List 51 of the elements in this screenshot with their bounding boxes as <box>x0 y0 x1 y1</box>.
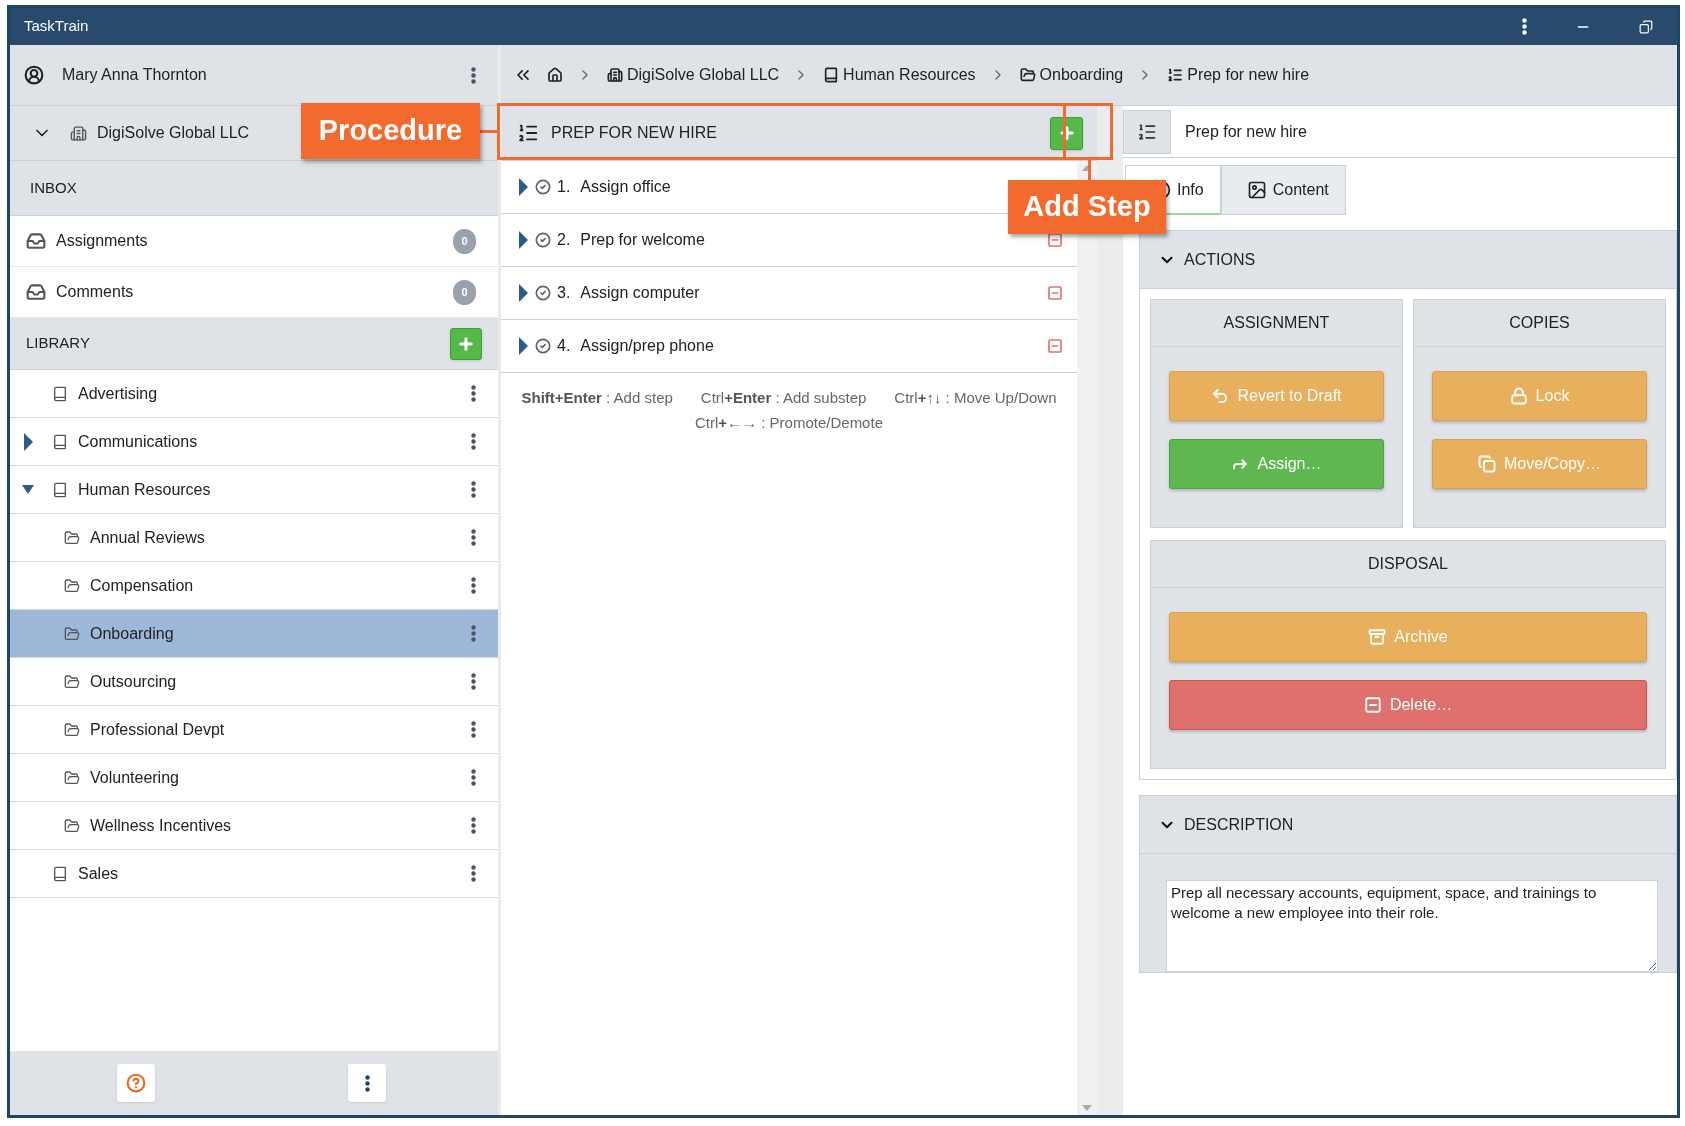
breadcrumb-link[interactable]: Onboarding <box>1019 63 1124 87</box>
item-label: Communications <box>78 431 198 452</box>
breadcrumb-link[interactable]: DigiSolve Global LLC <box>607 63 780 87</box>
shortcut-hint: Shift+Enter : Add step <box>521 388 673 408</box>
annotation-tooltip: Procedure <box>301 103 480 159</box>
section-header[interactable]: ACTIONS <box>1140 231 1676 289</box>
tab[interactable]: Content <box>1220 165 1346 215</box>
step-title: Assign/prep phone <box>580 336 715 356</box>
shortcut-hint: Ctrl+↑↓ : Move Up/Down <box>894 388 1057 408</box>
item-label: Annual Reviews <box>90 527 205 548</box>
section-heading: INBOX <box>30 177 77 198</box>
organization-name: DigiSolve Global LLC <box>97 123 250 143</box>
shortcut-hint: Ctrl+←→ : Promote/Demote <box>695 412 883 433</box>
step-title: Prep for welcome <box>580 230 706 250</box>
item-label: Assignments <box>56 231 149 251</box>
step-title: Assign office <box>580 177 672 197</box>
group-title: DISPOSAL <box>1151 541 1665 588</box>
shortcut-hint: Ctrl+Enter : Add substep <box>700 388 867 408</box>
group-title: ASSIGNMENT <box>1151 300 1402 347</box>
count-badge: 0 <box>453 228 476 254</box>
item-label: Compensation <box>90 575 194 596</box>
step-title: Assign computer <box>580 283 701 303</box>
inbox-item[interactable]: Assignments 0 <box>10 216 498 267</box>
library-item[interactable]: Onboarding <box>10 610 498 658</box>
section-heading: LIBRARY <box>26 333 91 354</box>
inbox-item[interactable]: Comments 0 <box>10 267 498 318</box>
item-label: Human Resources <box>78 479 211 500</box>
step-number: 2. <box>557 230 571 250</box>
procedure-title: PREP FOR NEW HIRE <box>551 123 718 143</box>
annotation-tooltip: Add Step <box>1008 180 1166 234</box>
item-label: Outsourcing <box>90 671 177 692</box>
step-number: 3. <box>557 283 571 303</box>
step-row[interactable]: 4. Assign/prep phone <box>501 320 1077 373</box>
user-name: Mary Anna Thornton <box>62 65 208 85</box>
section-header[interactable]: DESCRIPTION <box>1140 796 1676 854</box>
step-row[interactable]: 3. Assign computer <box>501 267 1077 320</box>
count-badge: 0 <box>453 279 476 305</box>
item-label: Sales <box>78 863 119 884</box>
item-label: Wellness Incentives <box>90 815 232 836</box>
item-label: Professional Devpt <box>90 719 225 740</box>
description-field[interactable]: Prep all necessary accounts, equipment, space, and trainings to welcome a new employee into their role. <box>1166 880 1658 972</box>
breadcrumb-link[interactable]: Human Resources <box>823 63 976 87</box>
group-title: COPIES <box>1414 300 1665 347</box>
item-label: Onboarding <box>90 623 174 644</box>
step-number: 1. <box>557 177 571 197</box>
item-label: Advertising <box>78 383 158 404</box>
item-label: Volunteering <box>90 767 179 788</box>
item-label: Comments <box>56 282 135 302</box>
step-number: 4. <box>557 336 571 356</box>
window-title: TaskTrain <box>24 16 89 37</box>
breadcrumb-link[interactable]: Prep for new hire <box>1167 63 1310 87</box>
